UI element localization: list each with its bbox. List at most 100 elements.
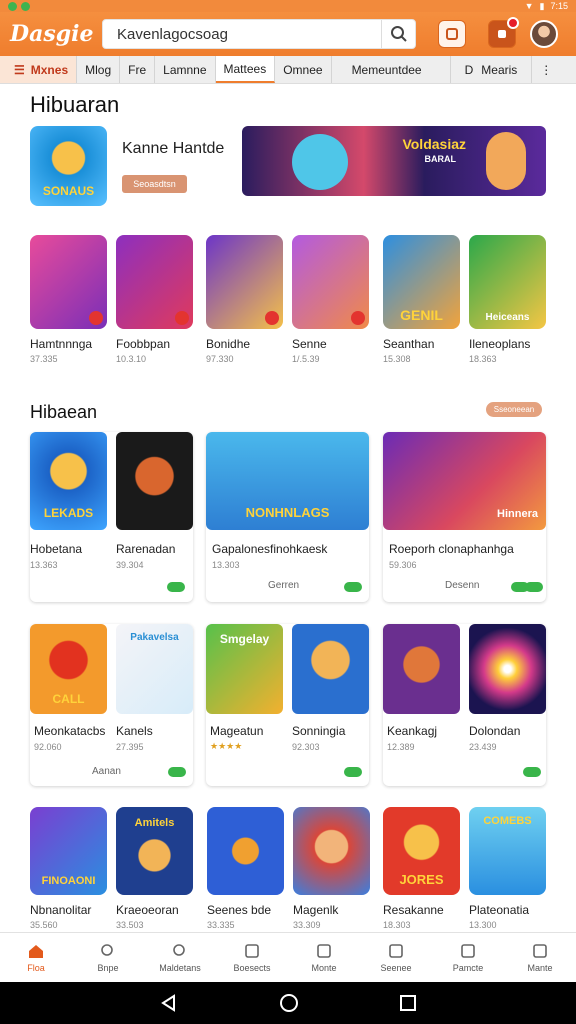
avatar[interactable] <box>530 20 558 48</box>
app-icon <box>30 235 107 329</box>
app-meta: 33.309 <box>293 920 321 930</box>
app-tile[interactable]: Senne 1/.5.39 <box>292 235 369 364</box>
tab-8[interactable]: D <box>451 56 482 83</box>
tab-3[interactable]: Fre <box>120 56 156 83</box>
download-icon[interactable] <box>168 767 186 777</box>
app-icon: Heiceans <box>469 235 546 329</box>
app-meta: 92.060 <box>34 742 62 752</box>
nav-label: Boesects <box>233 962 271 973</box>
app-name: Hobetana <box>30 542 83 556</box>
tab-2[interactable]: Mlog <box>77 56 121 83</box>
download-icon[interactable] <box>344 582 362 592</box>
nav-item-4[interactable]: Monte <box>288 933 360 982</box>
app-action[interactable]: Gerren <box>268 580 299 591</box>
see-more-button[interactable]: Sseoneean <box>486 402 542 417</box>
tab-9[interactable]: Mearis <box>481 56 533 83</box>
app-meta: 18.303 <box>383 920 411 930</box>
app-tile[interactable]: Foobbpan 10.3.10 <box>116 235 193 364</box>
back-icon[interactable] <box>160 994 178 1012</box>
bag-icon <box>533 943 547 958</box>
app-card[interactable]: LEKADS Hobetana 13.363 Rarenadan 39.304 <box>30 432 193 602</box>
nav-item-7[interactable]: Mante <box>504 933 576 982</box>
app-tile[interactable]: GENIL Seanthan 15.308 <box>383 235 460 364</box>
app-badge-icon <box>89 311 103 325</box>
featured-app-icon[interactable]: SONAUS <box>30 126 107 206</box>
app-meta: 27.395 <box>116 742 144 752</box>
app-name: Resakanne <box>383 903 444 917</box>
tab-6[interactable]: Omnee <box>275 56 332 83</box>
app-card[interactable]: Smgelay Mageatun ★★★★ Sonningia 92.303 <box>206 624 369 786</box>
app-action[interactable]: Desenn <box>445 580 479 591</box>
app-meta: 92.303 <box>292 742 320 752</box>
app-tile[interactable]: Heiceans Ileneoplans 18.363 <box>469 235 546 364</box>
featured-app-name[interactable]: Kanne Hantde <box>122 140 224 158</box>
nav-item-1[interactable]: Bnpe <box>72 933 144 982</box>
search-bar[interactable]: Kavenlagocsoag <box>102 19 416 49</box>
nav-item-2[interactable]: Maldetans <box>144 933 216 982</box>
tab-7[interactable]: Memeuntdee <box>332 56 451 83</box>
app-meta: 18.363 <box>469 354 497 364</box>
search-input[interactable]: Kavenlagocsoag <box>117 26 381 43</box>
app-card[interactable]: Hinnera Roeporh clonaphanhga 59.306 Dese… <box>383 432 546 602</box>
app-meta: 37.335 <box>30 354 58 364</box>
download-icon[interactable] <box>167 582 185 592</box>
more-tabs-icon[interactable]: ⋮ <box>532 56 560 83</box>
tab-4[interactable]: Lamnne <box>155 56 216 83</box>
app-icon: FINOAONI <box>30 807 107 895</box>
app-tile[interactable]: COMEBS Plateonatia 13.300 <box>469 807 546 930</box>
recents-icon[interactable] <box>399 995 416 1011</box>
app-name: Ileneoplans <box>469 337 531 351</box>
tab-home[interactable]: ☰ Mxnes <box>0 56 78 83</box>
nav-item-5[interactable]: Seenee <box>360 933 432 982</box>
nav-item-3[interactable]: Boesects <box>216 933 288 982</box>
app-name: Hamtnnnga <box>30 337 93 351</box>
app-card[interactable]: NONHNLAGS Gapalonesfinohkaesk 13.303 Ger… <box>206 432 369 602</box>
nav-label: Seenee <box>380 962 412 973</box>
app-badge-icon <box>265 311 279 325</box>
tab-5[interactable]: Mattees <box>215 56 276 83</box>
tag-icon <box>317 943 331 958</box>
nav-label: Maldetans <box>159 962 201 973</box>
app-meta: 39.304 <box>116 560 144 570</box>
download-icon[interactable] <box>525 582 543 592</box>
app-card[interactable]: Keankagj 12.389 Dolondan 23.439 <box>383 624 546 786</box>
app-name: Rarenadan <box>116 542 176 556</box>
app-meta: 13.300 <box>469 920 497 930</box>
app-logo[interactable]: Dasgie <box>10 21 102 47</box>
app-meta: 12.389 <box>387 742 415 752</box>
notification-badge <box>507 17 519 29</box>
nav-label: Mante <box>527 962 553 973</box>
app-meta: 10.3.10 <box>116 354 147 364</box>
promo-banner[interactable]: Voldasiaz BARAL <box>242 126 546 196</box>
app-tile[interactable]: Amitels Kraeoeoran 33.503 <box>116 807 193 930</box>
search-button[interactable] <box>381 20 415 48</box>
app-meta: 15.308 <box>383 354 411 364</box>
app-badge-icon <box>351 311 365 325</box>
app-tile[interactable]: JORES Resakanne 18.303 <box>383 807 460 930</box>
app-icon: COMEBS <box>469 807 546 895</box>
library-button[interactable] <box>438 20 466 48</box>
nav-item-0[interactable]: Floa <box>0 933 72 982</box>
app-name: Roeporh clonaphanhga <box>389 542 514 556</box>
app-tile[interactable]: Bonidhe 97.330 <box>206 235 283 364</box>
nav-item-6[interactable]: Pamcte <box>432 933 504 982</box>
notification-icon <box>8 1 17 11</box>
app-tile[interactable]: FINOAONI Nbnanolitar 35.560 <box>30 807 107 930</box>
download-icon[interactable] <box>344 767 362 777</box>
app-action[interactable]: Aanan <box>92 766 121 777</box>
featured-app-button[interactable]: Seoasdtsn <box>122 175 187 193</box>
app-tile[interactable]: Hamtnnnga 37.335 <box>30 235 107 364</box>
app-meta: 59.306 <box>389 560 417 570</box>
home-button-icon[interactable] <box>279 993 299 1013</box>
app-icon: GENIL <box>383 235 460 329</box>
app-icon: Pakavelsa <box>116 624 193 714</box>
notifications-button[interactable] <box>488 17 519 48</box>
app-icon: LEKADS <box>30 432 107 530</box>
app-card[interactable]: CALL Pakavelsa Meonkatacbs 92.060 Kanels… <box>30 624 193 786</box>
app-tile[interactable]: Seenes bde 33.335 <box>207 807 284 930</box>
app-meta: 13.303 <box>212 560 240 570</box>
bell-icon <box>498 30 506 38</box>
app-tile[interactable]: Magenlk 33.309 <box>293 807 370 930</box>
app-icon <box>207 807 284 895</box>
download-icon[interactable] <box>523 767 541 777</box>
